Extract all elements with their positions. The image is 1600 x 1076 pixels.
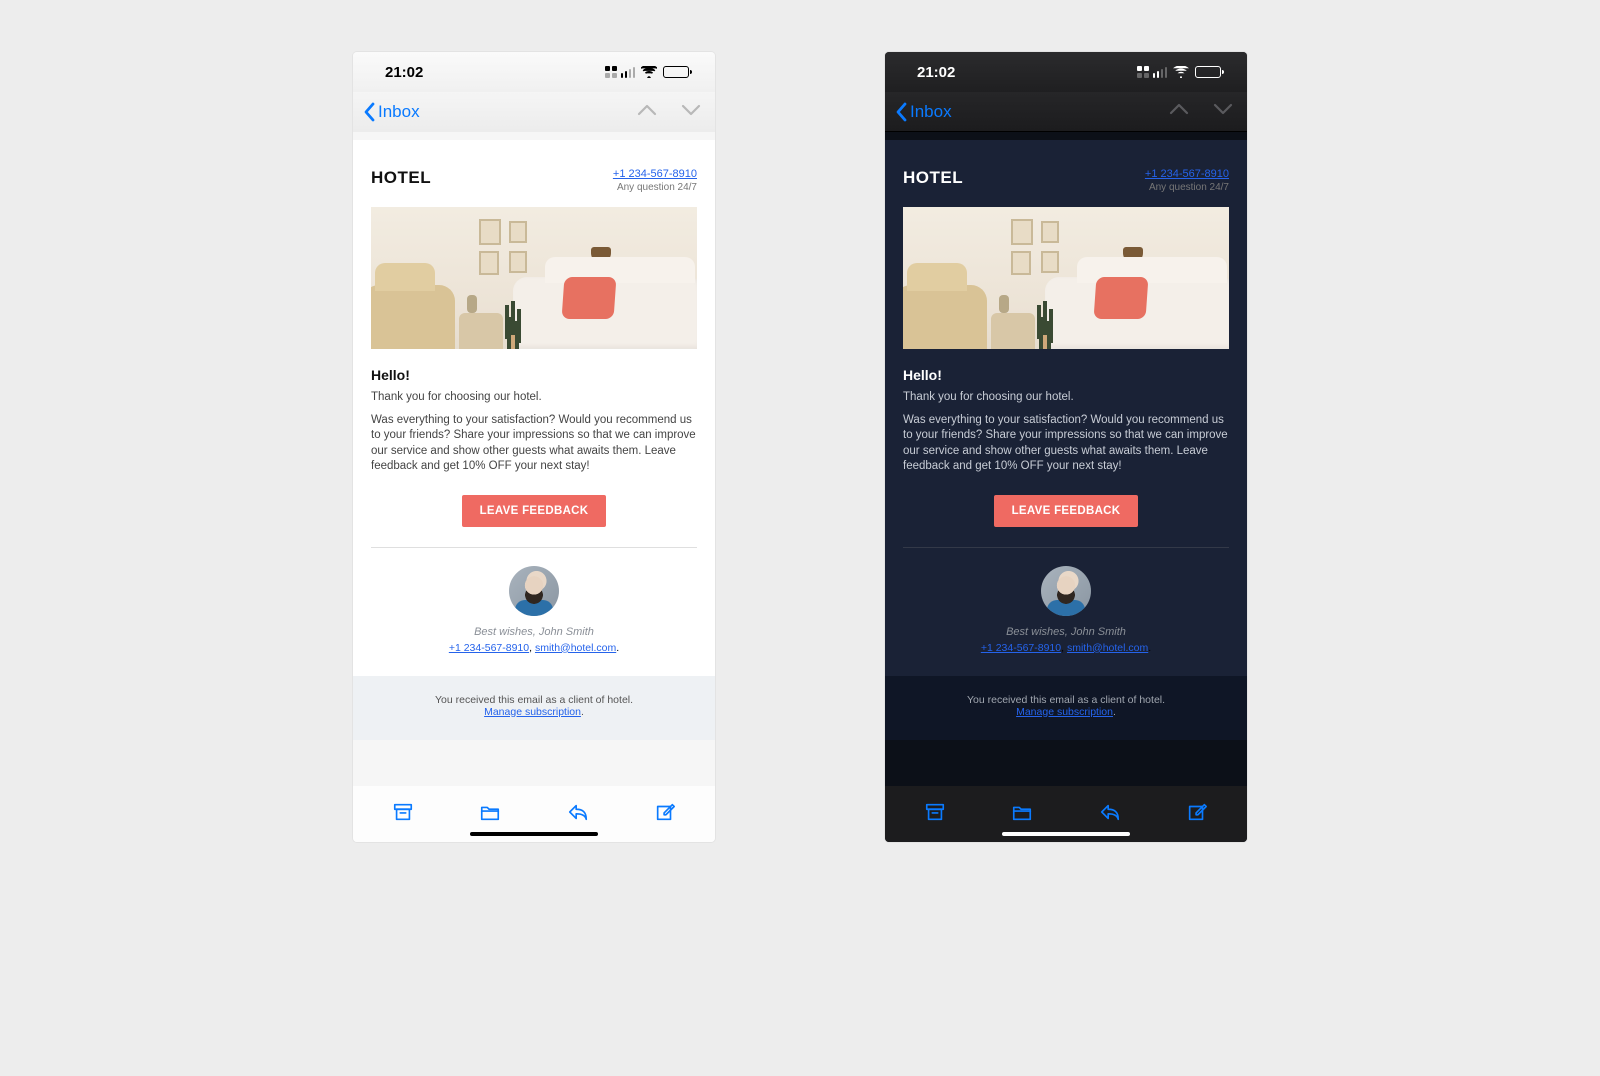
footer-disclaimer: You received this email as a client of h… [363, 694, 705, 706]
cellular-signal-icon [621, 67, 636, 78]
email-footer: You received this email as a client of h… [885, 676, 1247, 740]
header-contact: +1 234-567-8910 Any question 24/7 [1145, 168, 1229, 193]
message-nav-arrows [637, 103, 701, 122]
status-bar: 21:02 [885, 52, 1247, 92]
leave-feedback-button[interactable]: LEAVE FEEDBACK [994, 495, 1139, 527]
message-nav-arrows [1169, 102, 1233, 121]
manage-subscription-link[interactable]: Manage subscription [1016, 706, 1113, 718]
folder-icon [479, 801, 501, 823]
email-header: HOTEL +1 234-567-8910 Any question 24/7 [903, 168, 1229, 193]
signature: Best wishes, John Smith [903, 626, 1229, 638]
reply-icon [1099, 801, 1121, 823]
footer-disclaimer: You received this email as a client of h… [895, 694, 1237, 706]
sender-phone-link[interactable]: +1 234-567-8910 [981, 642, 1061, 654]
archive-icon [924, 801, 946, 823]
body-paragraph: Was everything to your satisfaction? Wou… [903, 413, 1229, 475]
back-label: Inbox [378, 102, 420, 122]
sender-avatar [509, 566, 559, 616]
header-contact: +1 234-567-8910 Any question 24/7 [613, 168, 697, 193]
sender-contacts: +1 234-567-8910, smith@hotel.com. [371, 642, 697, 654]
brand-logo: HOTEL [371, 168, 431, 188]
back-button[interactable]: Inbox [895, 102, 952, 122]
archive-icon [392, 801, 414, 823]
thank-you-line: Thank you for choosing our hotel. [903, 390, 1229, 406]
status-time: 21:02 [385, 64, 423, 81]
divider [371, 547, 697, 548]
archive-button[interactable] [392, 801, 414, 828]
sender-phone-link[interactable]: +1 234-567-8910 [449, 642, 529, 654]
reply-icon [567, 801, 589, 823]
header-phone-link[interactable]: +1 234-567-8910 [613, 168, 697, 180]
mail-content[interactable]: HOTEL +1 234-567-8910 Any question 24/7 … [353, 132, 715, 786]
leave-feedback-button[interactable]: LEAVE FEEDBACK [462, 495, 607, 527]
divider [903, 547, 1229, 548]
mail-navbar: Inbox [885, 92, 1247, 132]
back-label: Inbox [910, 102, 952, 122]
wifi-icon [1173, 66, 1189, 78]
signature: Best wishes, John Smith [371, 626, 697, 638]
email-header: HOTEL +1 234-567-8910 Any question 24/7 [371, 168, 697, 193]
greeting: Hello! [371, 367, 697, 383]
next-message-button[interactable] [1213, 102, 1233, 121]
folder-button[interactable] [1011, 801, 1033, 828]
back-button[interactable]: Inbox [363, 102, 420, 122]
hero-image [371, 207, 697, 349]
email-card: HOTEL +1 234-567-8910 Any question 24/7 … [885, 140, 1247, 676]
home-indicator[interactable] [1002, 832, 1130, 836]
phone-light: 21:02 Inbox HOTEL +1 234-567-8910 [353, 52, 715, 842]
email-card: HOTEL +1 234-567-8910 Any question 24/7 … [353, 140, 715, 676]
folder-button[interactable] [479, 801, 501, 828]
status-bar: 21:02 [353, 52, 715, 92]
cellular-signal-icon [1153, 67, 1168, 78]
folder-icon [1011, 801, 1033, 823]
next-message-button[interactable] [681, 103, 701, 122]
brand-logo: HOTEL [903, 168, 963, 188]
archive-button[interactable] [924, 801, 946, 828]
dual-sim-icon [605, 66, 617, 78]
chevron-left-icon [895, 102, 908, 122]
battery-icon [1195, 66, 1221, 78]
thank-you-line: Thank you for choosing our hotel. [371, 390, 697, 406]
dual-sim-icon [1137, 66, 1149, 78]
manage-subscription-link[interactable]: Manage subscription [484, 706, 581, 718]
header-phone-subtitle: Any question 24/7 [1145, 182, 1229, 193]
greeting: Hello! [903, 367, 1229, 383]
status-icons [605, 66, 690, 78]
email-footer: You received this email as a client of h… [353, 676, 715, 740]
hero-image [903, 207, 1229, 349]
reply-button[interactable] [567, 801, 589, 828]
status-time: 21:02 [917, 64, 955, 81]
sender-email-link[interactable]: smith@hotel.com [535, 642, 616, 654]
sender-contacts: +1 234-567-8910, smith@hotel.com. [903, 642, 1229, 654]
wifi-icon [641, 66, 657, 78]
mail-content[interactable]: HOTEL +1 234-567-8910 Any question 24/7 … [885, 132, 1247, 786]
compose-button[interactable] [1186, 801, 1208, 828]
compose-icon [654, 801, 676, 823]
mail-navbar: Inbox [353, 92, 715, 132]
phone-dark: 21:02 Inbox HOTEL +1 234-567-8910 [885, 52, 1247, 842]
status-icons [1137, 66, 1222, 78]
home-indicator[interactable] [470, 832, 598, 836]
sender-email-link[interactable]: smith@hotel.com [1067, 642, 1148, 654]
sender-avatar [1041, 566, 1091, 616]
header-phone-subtitle: Any question 24/7 [613, 182, 697, 193]
reply-button[interactable] [1099, 801, 1121, 828]
compose-button[interactable] [654, 801, 676, 828]
prev-message-button[interactable] [637, 103, 657, 122]
prev-message-button[interactable] [1169, 102, 1189, 121]
battery-icon [663, 66, 689, 78]
chevron-left-icon [363, 102, 376, 122]
header-phone-link[interactable]: +1 234-567-8910 [1145, 168, 1229, 180]
body-paragraph: Was everything to your satisfaction? Wou… [371, 413, 697, 475]
compose-icon [1186, 801, 1208, 823]
